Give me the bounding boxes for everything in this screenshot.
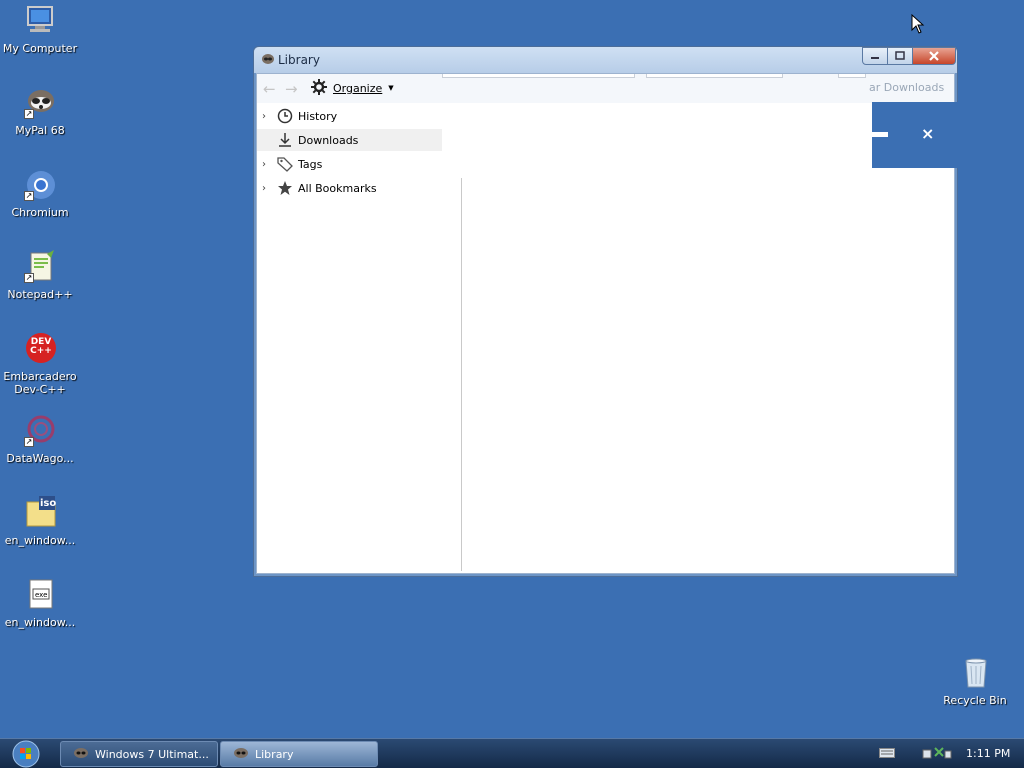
- exe-file-icon: exe: [23, 578, 57, 612]
- desktop-icon-my-computer[interactable]: My Computer: [2, 4, 78, 55]
- desktop-icon-label: MyPal 68: [15, 124, 65, 137]
- windows-logo-icon: [12, 740, 40, 768]
- tag-icon: [276, 156, 294, 172]
- organize-label: Organize: [333, 81, 383, 95]
- window-titlebar[interactable]: Library: [254, 47, 957, 73]
- shortcut-arrow-icon: ↗: [24, 273, 34, 283]
- chromium-icon: ↗: [23, 168, 57, 202]
- mouse-cursor-icon: [911, 13, 925, 37]
- mypal-icon: [73, 746, 89, 763]
- window-title: Library: [278, 53, 320, 67]
- desktop-icon-label: en_window...: [4, 616, 76, 629]
- ghost-downloads-label: ar Downloads: [869, 81, 945, 94]
- taskbar-button-label: Windows 7 Ultimat...: [95, 747, 209, 761]
- exe-file-icon-text: exe: [35, 591, 48, 599]
- minimize-button[interactable]: [862, 47, 888, 65]
- star-icon: [276, 180, 294, 196]
- computer-icon: [23, 4, 57, 38]
- desktop-icon-iso-file[interactable]: iso en_window...: [2, 496, 78, 547]
- shortcut-arrow-icon: ↗: [24, 109, 34, 119]
- network-icon[interactable]: [921, 745, 955, 763]
- sidebar-item-tags[interactable]: › Tags: [257, 153, 442, 175]
- start-button[interactable]: [6, 740, 46, 768]
- notification-banner: ×: [872, 102, 958, 168]
- close-button[interactable]: [912, 47, 956, 65]
- system-clock[interactable]: 1:11 PM: [966, 747, 1010, 760]
- desktop-icon-label: Notepad++: [7, 288, 73, 301]
- download-icon: [276, 132, 294, 148]
- back-arrow-icon[interactable]: ←: [263, 80, 276, 98]
- mypal-icon: [260, 52, 275, 67]
- gear-icon: [311, 78, 327, 98]
- library-client-area: ← → Organize ▼ ar Downloads › History Do…: [256, 73, 958, 574]
- banner-close-icon[interactable]: ×: [921, 124, 934, 143]
- maximize-button[interactable]: [887, 47, 913, 65]
- recycle-bin-icon: [958, 656, 992, 690]
- iso-file-icon-text: iso: [40, 498, 57, 509]
- desktop-icon-devcpp[interactable]: DEV C++ Embarcadero Dev-C++: [2, 332, 78, 396]
- organize-button[interactable]: Organize ▼: [311, 78, 394, 98]
- taskbar-button-windows7[interactable]: Windows 7 Ultimat...: [60, 741, 218, 767]
- desktop-icon-recycle-bin[interactable]: Recycle Bin: [937, 656, 1013, 707]
- ghost-field: [442, 74, 635, 78]
- desktop-icon-datawagon[interactable]: ↗ DataWago...: [2, 414, 78, 465]
- desktop-icon-label: en_window...: [4, 534, 76, 547]
- devcpp-icon-text: DEV C++: [30, 337, 52, 356]
- devcpp-icon: DEV C++: [23, 332, 57, 366]
- expand-arrow-icon[interactable]: ›: [262, 159, 276, 170]
- desktop-icon-exe-file[interactable]: exe en_window...: [2, 578, 78, 629]
- desktop-icon-label: Recycle Bin: [943, 694, 1007, 707]
- taskbar-button-label: Library: [255, 747, 294, 761]
- sidebar-item-label: Downloads: [298, 133, 359, 147]
- banner-bar: [872, 132, 888, 137]
- sidebar-item-label: Tags: [298, 157, 323, 171]
- expand-arrow-icon[interactable]: ›: [262, 111, 276, 122]
- desktop-icon-chromium[interactable]: ↗ Chromium: [2, 168, 78, 219]
- desktop-icon-label: Chromium: [11, 206, 69, 219]
- desktop-icon-label: My Computer: [2, 42, 78, 55]
- desktop-icon-label: DataWago...: [6, 452, 74, 465]
- library-sidebar: › History Downloads › Tags › All Bookmar…: [257, 103, 442, 573]
- datawagon-icon: ↗: [23, 414, 57, 448]
- sidebar-item-history[interactable]: › History: [257, 105, 442, 127]
- desktop-icon-label: Embarcadero Dev-C++: [3, 370, 77, 396]
- sidebar-item-label: All Bookmarks: [298, 181, 377, 195]
- notepad-plus-plus-icon: ↗: [23, 250, 57, 284]
- sidebar-item-downloads[interactable]: Downloads: [257, 129, 442, 151]
- desktop-icon-notepad-plus-plus[interactable]: ↗ Notepad++: [2, 250, 78, 301]
- sidebar-item-label: History: [298, 109, 338, 123]
- expand-arrow-icon[interactable]: ›: [262, 183, 276, 194]
- iso-file-icon: iso: [23, 496, 57, 530]
- mypal-icon: ↗: [23, 86, 57, 120]
- dropdown-caret-icon: ▼: [388, 84, 394, 92]
- mypal-icon: [233, 746, 249, 763]
- sidebar-item-all-bookmarks[interactable]: › All Bookmarks: [257, 177, 442, 199]
- library-window[interactable]: Library ← → Organize ▼ ar Downloads › Hi…: [253, 46, 958, 577]
- pane-splitter[interactable]: [461, 178, 462, 571]
- taskbar-button-library[interactable]: Library: [220, 741, 378, 767]
- toolbar: ← → Organize ▼ ar Downloads: [257, 74, 954, 103]
- shortcut-arrow-icon: ↗: [24, 437, 34, 447]
- keyboard-icon[interactable]: [879, 748, 895, 758]
- ghost-field: [646, 74, 783, 78]
- clock-icon: [276, 108, 294, 124]
- shortcut-arrow-icon: ↗: [24, 191, 34, 201]
- forward-arrow-icon[interactable]: →: [285, 80, 298, 98]
- taskbar: Windows 7 Ultimat... Library 1:11 PM: [0, 738, 1024, 768]
- desktop-icon-mypal[interactable]: ↗ MyPal 68: [2, 86, 78, 137]
- ghost-field: [838, 74, 866, 78]
